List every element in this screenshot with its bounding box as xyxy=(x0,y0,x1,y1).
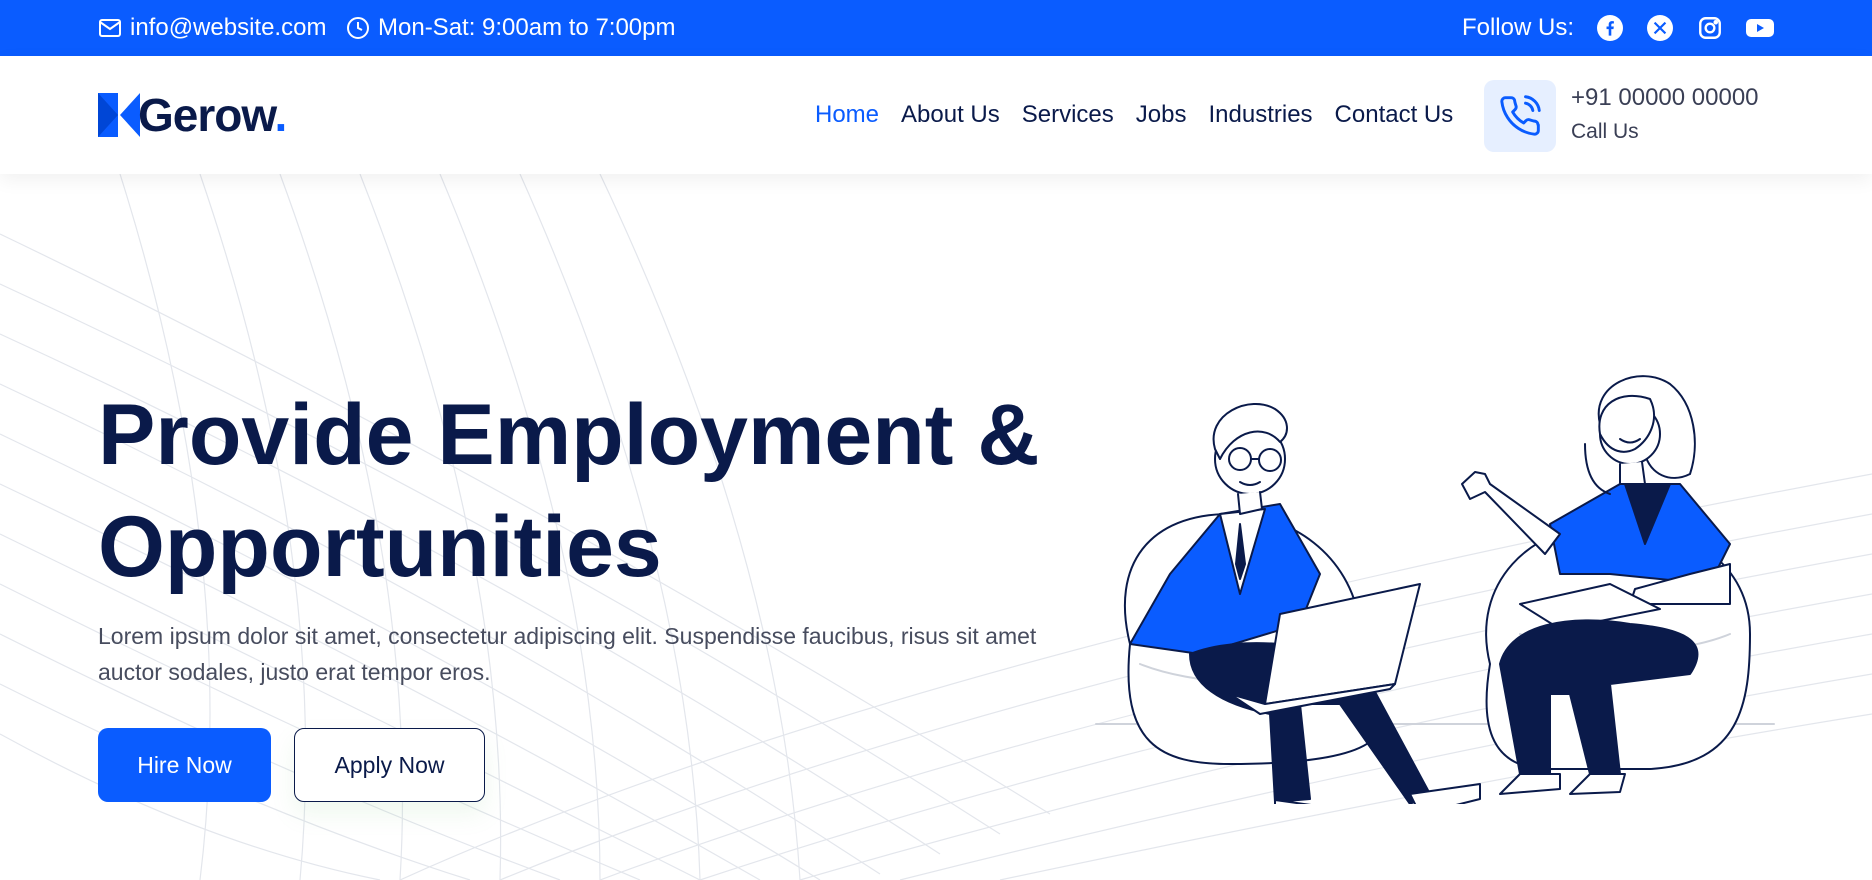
email-text: info@website.com xyxy=(130,14,327,41)
youtube-icon[interactable] xyxy=(1746,14,1774,42)
follow-label: Follow Us: xyxy=(1461,14,1574,41)
phone-number[interactable]: +91 00000 00000 xyxy=(1571,84,1759,112)
main-nav: Home About Us Services Jobs Industries C… xyxy=(815,56,1453,174)
headline-line-2: Opportunities xyxy=(98,499,662,595)
hero-description: Lorem ipsum dolor sit amet, consectetur … xyxy=(98,623,1037,685)
top-bar: info@website.com Mon-Sat: 9:00am to 7:00… xyxy=(0,0,1872,56)
hours-text: Mon-Sat: 9:00am to 7:00pm xyxy=(378,14,676,41)
main-header: Gerow. Home About Us Services Jobs Indus… xyxy=(0,56,1872,174)
instagram-icon[interactable] xyxy=(1696,14,1724,42)
nav-about-us[interactable]: About Us xyxy=(901,101,1000,129)
working-hours: Mon-Sat: 9:00am to 7:00pm xyxy=(346,0,676,56)
nav-industries[interactable]: Industries xyxy=(1208,101,1312,129)
nav-services[interactable]: Services xyxy=(1022,101,1114,129)
hero-illustration xyxy=(1095,375,1775,804)
hire-now-button[interactable]: Hire Now xyxy=(98,728,271,802)
call-us-label: Call Us xyxy=(1571,120,1639,143)
social-follow: Follow Us: xyxy=(1462,0,1774,56)
hero-section: Provide Employment & Opportunities Lorem… xyxy=(0,174,1872,880)
call-button[interactable] xyxy=(1484,80,1556,152)
email-contact[interactable]: info@website.com xyxy=(98,0,326,56)
x-icon[interactable] xyxy=(1646,14,1674,42)
hero-headline: Provide Employment & Opportunities xyxy=(98,379,1058,603)
nav-contact-us[interactable]: Contact Us xyxy=(1335,101,1454,129)
site-logo[interactable]: Gerow. xyxy=(98,89,287,141)
mail-icon xyxy=(99,19,121,37)
phone-icon xyxy=(1500,95,1541,136)
headline-line-1: Provide Employment & xyxy=(98,387,1040,483)
nav-home[interactable]: Home xyxy=(815,101,879,129)
logo-text: Gerow. xyxy=(138,89,287,141)
clock-icon xyxy=(347,17,369,39)
apply-now-button[interactable]: Apply Now xyxy=(294,728,485,802)
facebook-icon[interactable] xyxy=(1596,14,1624,42)
nav-jobs[interactable]: Jobs xyxy=(1136,101,1187,129)
